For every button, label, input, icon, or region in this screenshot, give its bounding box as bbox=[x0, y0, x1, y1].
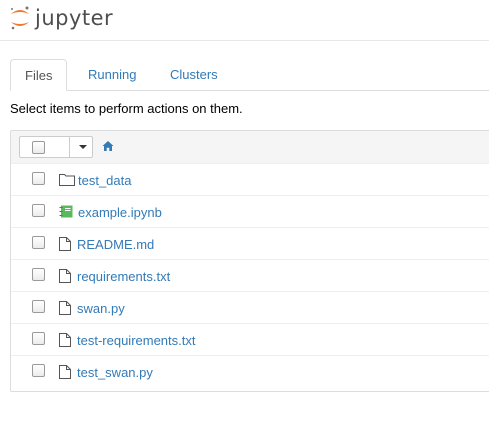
caret-down-icon[interactable] bbox=[79, 145, 87, 149]
item-name[interactable]: test-requirements.txt bbox=[77, 333, 196, 348]
file-list: test_data example.ipynb README.md requir… bbox=[10, 130, 489, 392]
item-name[interactable]: example.ipynb bbox=[78, 205, 162, 220]
item-checkbox[interactable] bbox=[32, 236, 45, 249]
item-checkbox[interactable] bbox=[32, 300, 45, 313]
file-icon bbox=[59, 301, 71, 315]
item-name[interactable]: test_data bbox=[78, 173, 132, 188]
file-icon bbox=[59, 333, 71, 347]
file-icon bbox=[59, 365, 71, 379]
list-item[interactable]: swan.py bbox=[11, 291, 489, 323]
list-item[interactable]: requirements.txt bbox=[11, 259, 489, 291]
tab-bar: Files Running Clusters bbox=[10, 59, 489, 91]
item-name[interactable]: README.md bbox=[77, 237, 154, 252]
item-name[interactable]: requirements.txt bbox=[77, 269, 170, 284]
item-name[interactable]: test_swan.py bbox=[77, 365, 153, 380]
brand-name: jupyter bbox=[35, 6, 114, 30]
jupyter-logo[interactable]: jupyter bbox=[8, 5, 113, 31]
notebook-icon bbox=[59, 205, 73, 218]
file-icon bbox=[59, 269, 71, 283]
folder-icon bbox=[59, 174, 75, 186]
item-checkbox[interactable] bbox=[32, 172, 45, 185]
list-item[interactable]: README.md bbox=[11, 227, 489, 259]
item-checkbox[interactable] bbox=[32, 332, 45, 345]
list-item[interactable]: example.ipynb bbox=[11, 195, 489, 227]
list-item[interactable]: test-requirements.txt bbox=[11, 323, 489, 355]
item-name[interactable]: swan.py bbox=[77, 301, 125, 316]
header: jupyter bbox=[0, 0, 489, 41]
file-list-header bbox=[11, 131, 489, 164]
select-all-dropdown[interactable] bbox=[19, 136, 93, 158]
item-checkbox[interactable] bbox=[32, 364, 45, 377]
tab-clusters[interactable]: Clusters bbox=[156, 59, 232, 90]
item-checkbox[interactable] bbox=[32, 204, 45, 217]
list-item[interactable]: test_data bbox=[11, 163, 489, 195]
instructions-text: Select items to perform actions on them. bbox=[10, 101, 243, 116]
tab-files[interactable]: Files bbox=[10, 59, 68, 91]
home-icon[interactable] bbox=[102, 140, 114, 152]
jupyter-logo-icon bbox=[11, 6, 29, 30]
item-checkbox[interactable] bbox=[32, 268, 45, 281]
file-icon bbox=[59, 237, 71, 251]
select-all-checkbox[interactable] bbox=[32, 141, 45, 154]
list-item[interactable]: test_swan.py bbox=[11, 355, 489, 387]
tab-running[interactable]: Running bbox=[74, 59, 150, 90]
divider bbox=[69, 137, 70, 157]
